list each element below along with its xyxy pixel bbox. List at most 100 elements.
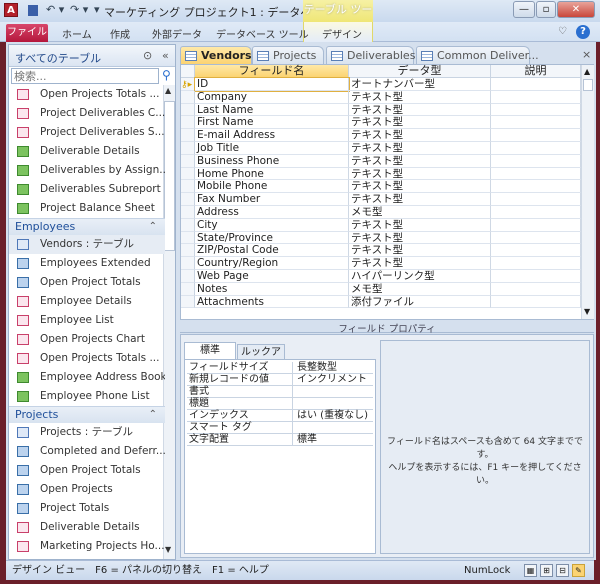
- row-selector[interactable]: [181, 129, 195, 142]
- property-row[interactable]: 新規レコードの値 インクリメント: [187, 374, 373, 386]
- tab-home[interactable]: ホーム: [62, 26, 92, 41]
- property-value[interactable]: [295, 386, 297, 397]
- description-cell[interactable]: [491, 231, 581, 245]
- tab-file[interactable]: ファイル: [6, 24, 48, 42]
- field-row[interactable]: Job Title テキスト型: [181, 142, 581, 155]
- row-selector[interactable]: [181, 116, 195, 130]
- nav-item[interactable]: Open Projects Chart: [9, 330, 165, 349]
- row-selector[interactable]: [181, 206, 195, 219]
- description-cell[interactable]: [491, 257, 581, 270]
- nav-item[interactable]: Open Projects: [9, 480, 165, 499]
- collapse-group-icon[interactable]: ⌃: [149, 219, 157, 235]
- row-selector[interactable]: [181, 103, 195, 117]
- field-name-cell[interactable]: First Name: [195, 116, 349, 130]
- property-value[interactable]: インクリメント: [295, 374, 367, 385]
- row-selector[interactable]: [181, 295, 195, 309]
- description-cell[interactable]: [491, 295, 581, 309]
- tab-create[interactable]: 作成: [110, 26, 130, 41]
- row-selector[interactable]: [181, 142, 195, 155]
- data-type-cell[interactable]: テキスト型: [349, 257, 491, 270]
- scroll-up-icon[interactable]: ▲: [584, 67, 590, 76]
- nav-item[interactable]: Vendors : テーブル: [9, 235, 165, 254]
- collapse-nav-icon[interactable]: «: [162, 49, 169, 62]
- description-cell[interactable]: [491, 167, 581, 181]
- description-cell[interactable]: [491, 206, 581, 219]
- data-type-cell[interactable]: テキスト型: [349, 167, 491, 181]
- nav-item[interactable]: Employee Details: [9, 292, 165, 311]
- field-row[interactable]: Company テキスト型: [181, 90, 581, 104]
- field-row[interactable]: E-mail Address テキスト型: [181, 129, 581, 142]
- data-type-cell[interactable]: テキスト型: [349, 103, 491, 117]
- property-row[interactable]: 文字配置 標準: [187, 434, 373, 446]
- field-name-cell[interactable]: City: [195, 218, 349, 232]
- scroll-thumb[interactable]: [164, 101, 175, 251]
- field-row[interactable]: Home Phone テキスト型: [181, 167, 581, 181]
- field-name-cell[interactable]: Mobile Phone: [195, 180, 349, 194]
- property-row[interactable]: フィールドサイズ 長整数型: [187, 362, 373, 374]
- scroll-up-icon[interactable]: ▲: [165, 86, 171, 95]
- minimize-button[interactable]: —: [513, 1, 535, 18]
- description-cell[interactable]: [491, 116, 581, 130]
- property-row[interactable]: スマート タグ: [187, 422, 373, 434]
- row-selector[interactable]: [181, 90, 195, 104]
- tab-deliverables[interactable]: Deliverables: [326, 46, 415, 64]
- field-row[interactable]: ⚷▸ ID オートナンバー型: [181, 77, 581, 92]
- nav-item[interactable]: Project Balance Sheet: [9, 199, 165, 218]
- property-value[interactable]: [295, 398, 297, 409]
- nav-search-input[interactable]: [11, 68, 159, 84]
- property-value[interactable]: 標準: [295, 434, 317, 445]
- nav-item[interactable]: Projects : テーブル: [9, 423, 165, 442]
- nav-item[interactable]: Employee List: [9, 311, 165, 330]
- undo-icon[interactable]: ↶ ▾: [46, 3, 64, 16]
- property-value[interactable]: はい (重複なし): [295, 410, 368, 421]
- field-row[interactable]: State/Province テキスト型: [181, 231, 581, 245]
- data-type-cell[interactable]: テキスト型: [349, 116, 491, 130]
- description-cell[interactable]: [491, 180, 581, 194]
- field-name-cell[interactable]: State/Province: [195, 231, 349, 245]
- data-type-cell[interactable]: テキスト型: [349, 129, 491, 142]
- property-value[interactable]: 長整数型: [295, 362, 337, 373]
- nav-header[interactable]: すべてのテーブル ⊙ «: [9, 45, 175, 67]
- nav-item[interactable]: Open Projects Totals ...: [9, 85, 165, 104]
- description-cell[interactable]: [491, 193, 581, 206]
- field-name-cell[interactable]: Fax Number: [195, 193, 349, 206]
- maximize-button[interactable]: ▫: [536, 1, 556, 18]
- select-all-corner[interactable]: [181, 65, 195, 78]
- access-app-icon[interactable]: A: [4, 3, 18, 17]
- description-cell[interactable]: [491, 78, 581, 91]
- pivotchart-view-icon[interactable]: ⊟: [556, 564, 569, 577]
- description-cell[interactable]: [491, 142, 581, 155]
- field-name-cell[interactable]: E-mail Address: [195, 129, 349, 142]
- field-name-cell[interactable]: Country/Region: [195, 257, 349, 270]
- row-selector[interactable]: [181, 167, 195, 181]
- row-selector[interactable]: [181, 244, 195, 258]
- description-cell[interactable]: [491, 90, 581, 104]
- data-type-cell[interactable]: テキスト型: [349, 193, 491, 206]
- field-name-cell[interactable]: Notes: [195, 282, 349, 296]
- nav-menu-chevron-icon[interactable]: ⊙: [143, 49, 152, 62]
- property-value[interactable]: [295, 422, 297, 433]
- close-tab-icon[interactable]: ×: [582, 48, 591, 61]
- field-row[interactable]: Attachments 添付ファイル: [181, 295, 581, 309]
- description-cell[interactable]: [491, 154, 581, 168]
- row-selector[interactable]: [181, 154, 195, 168]
- data-type-cell[interactable]: 添付ファイル: [349, 295, 491, 309]
- scroll-down-icon[interactable]: ▼: [584, 307, 590, 316]
- data-type-cell[interactable]: テキスト型: [349, 231, 491, 245]
- nav-item[interactable]: Project Deliverables S...: [9, 123, 165, 142]
- property-row[interactable]: 書式: [187, 386, 373, 398]
- tab-design[interactable]: デザイン: [322, 26, 362, 41]
- tab-common-deliverables[interactable]: Common Deliver...: [416, 46, 539, 64]
- description-cell[interactable]: [491, 103, 581, 117]
- nav-item[interactable]: Deliverable Details: [9, 518, 165, 537]
- tab-vendors[interactable]: Vendors: [180, 46, 252, 64]
- field-name-cell[interactable]: Home Phone: [195, 167, 349, 181]
- data-type-cell[interactable]: テキスト型: [349, 90, 491, 104]
- save-icon[interactable]: [28, 5, 38, 16]
- tab-projects[interactable]: Projects: [252, 46, 324, 64]
- search-icon[interactable]: ⚲: [162, 68, 171, 82]
- data-type-cell[interactable]: メモ型: [349, 282, 491, 296]
- nav-item[interactable]: Open Projects Totals ...: [9, 349, 165, 368]
- data-type-cell[interactable]: テキスト型: [349, 244, 491, 258]
- row-selector[interactable]: [181, 231, 195, 245]
